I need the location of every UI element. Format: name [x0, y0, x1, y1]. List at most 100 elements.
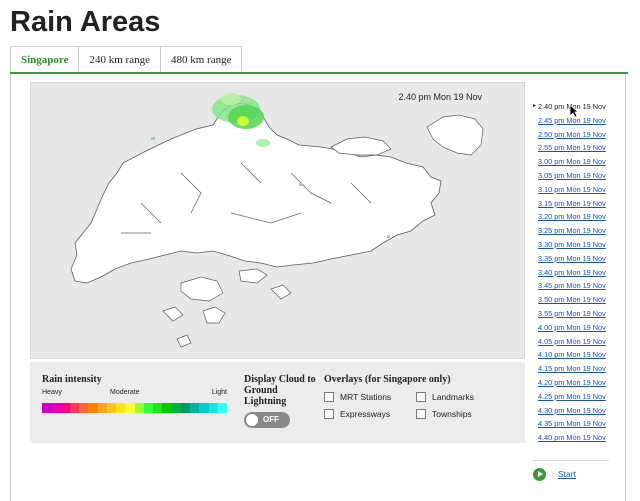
divider — [533, 460, 609, 461]
time-link[interactable]: 3.35 pm Mon 19 Nov — [538, 254, 606, 263]
time-link[interactable]: 3.25 pm Mon 19 Nov — [538, 226, 606, 235]
intensity-swatch — [79, 403, 89, 413]
time-link[interactable]: 4.10 pm Mon 19 Nov — [538, 350, 606, 359]
time-item[interactable]: 3.55 pm Mon 19 Nov — [533, 307, 613, 321]
intensity-swatch — [97, 403, 107, 413]
overlay-label: Townships — [432, 409, 472, 419]
time-item[interactable]: 3.40 pm Mon 19 Nov — [533, 266, 613, 280]
time-link[interactable]: 3.40 pm Mon 19 Nov — [538, 268, 606, 277]
intensity-swatch — [180, 403, 190, 413]
intensity-swatch — [199, 403, 209, 413]
overlay-label: Landmarks — [432, 392, 475, 402]
time-link[interactable]: 3.45 pm Mon 19 Nov — [538, 281, 606, 290]
play-icon[interactable] — [533, 468, 546, 481]
time-item[interactable]: 3.10 pm Mon 19 Nov — [533, 183, 613, 197]
checkbox-icon — [324, 409, 334, 419]
time-item[interactable]: 2.55 pm Mon 19 Nov — [533, 141, 613, 155]
intensity-swatch — [217, 403, 227, 413]
overlay-mrt-stations[interactable]: MRT Stations — [324, 392, 391, 402]
time-item[interactable]: 3.05 pm Mon 19 Nov — [533, 169, 613, 183]
time-link[interactable]: 4.40 pm Mon 19 Nov — [538, 433, 606, 442]
page-title: Rain Areas — [10, 6, 161, 38]
intensity-swatch — [162, 403, 172, 413]
time-link[interactable]: 4.00 pm Mon 19 Nov — [538, 323, 606, 332]
time-item[interactable]: 3.35 pm Mon 19 Nov — [533, 252, 613, 266]
time-link[interactable]: 2.50 pm Mon 19 Nov — [538, 130, 606, 139]
moderate-label: Moderate — [110, 389, 140, 396]
overlay-landmarks[interactable]: Landmarks — [416, 392, 474, 402]
intensity-swatch — [171, 403, 181, 413]
time-list: ▸ 2.40 pm Mon 19 Nov 2.45 pm Mon 19 Nov 2.5… — [533, 100, 613, 445]
intensity-swatch — [208, 403, 218, 413]
time-link[interactable]: 2.55 pm Mon 19 Nov — [538, 143, 606, 152]
map-timestamp: 2.40 pm Mon 19 Nov — [398, 92, 482, 102]
overlay-label: Expressways — [340, 409, 391, 419]
time-item[interactable]: 3.30 pm Mon 19 Nov — [533, 238, 613, 252]
intensity-swatch — [60, 403, 70, 413]
singapore-map-icon — [70, 93, 484, 348]
checkbox-icon — [416, 392, 426, 402]
time-link[interactable]: 4.05 pm Mon 19 Nov — [538, 337, 606, 346]
intensity-color-bar — [42, 403, 227, 413]
overlays-title: Overlays (for Singapore only) — [324, 374, 451, 385]
overlay-townships[interactable]: Townships — [416, 409, 472, 419]
time-item[interactable]: 3.50 pm Mon 19 Nov — [533, 293, 613, 307]
toggle-knob-icon — [246, 414, 258, 426]
time-item[interactable]: 4.20 pm Mon 19 Nov — [533, 376, 613, 390]
lightning-toggle[interactable]: OFF — [244, 412, 290, 428]
time-item[interactable]: 4.30 pm Mon 19 Nov — [533, 404, 613, 418]
light-label: Light — [211, 389, 227, 396]
intensity-swatch — [143, 403, 153, 413]
intensity-swatch — [153, 403, 163, 413]
time-item[interactable]: 2.50 pm Mon 19 Nov — [533, 128, 613, 142]
time-link[interactable]: 4.30 pm Mon 19 Nov — [538, 406, 606, 415]
intensity-swatch — [51, 403, 61, 413]
time-link[interactable]: 3.30 pm Mon 19 Nov — [538, 240, 606, 249]
mouse-pointer-icon — [569, 104, 579, 118]
time-item[interactable]: 3.45 pm Mon 19 Nov — [533, 279, 613, 293]
intensity-scale-labels: Heavy Moderate Light — [42, 389, 227, 401]
time-item[interactable]: 4.10 pm Mon 19 Nov — [533, 348, 613, 362]
start-button[interactable]: Start — [558, 469, 576, 479]
time-item[interactable]: 4.40 pm Mon 19 Nov — [533, 431, 613, 445]
intensity-swatch — [190, 403, 200, 413]
intensity-swatch — [88, 403, 98, 413]
rain-intensity-title: Rain intensity — [42, 374, 102, 385]
time-link[interactable]: 4.35 pm Mon 19 Nov — [538, 419, 606, 428]
time-link[interactable]: 4.20 pm Mon 19 Nov — [538, 378, 606, 387]
intensity-swatch — [106, 403, 116, 413]
intensity-swatch — [134, 403, 144, 413]
tab-240km[interactable]: 240 km range — [78, 46, 161, 73]
heavy-label: Heavy — [42, 389, 62, 396]
time-item[interactable]: 3.20 pm Mon 19 Nov — [533, 210, 613, 224]
time-item[interactable]: 3.25 pm Mon 19 Nov — [533, 224, 613, 238]
time-link[interactable]: 3.05 pm Mon 19 Nov — [538, 171, 606, 180]
time-link[interactable]: 3.20 pm Mon 19 Nov — [538, 212, 606, 221]
overlay-expressways[interactable]: Expressways — [324, 409, 390, 419]
time-link[interactable]: 3.15 pm Mon 19 Nov — [538, 199, 606, 208]
time-item[interactable]: 4.35 pm Mon 19 Nov — [533, 417, 613, 431]
toggle-state-label: OFF — [263, 415, 279, 424]
time-item[interactable]: 3.00 pm Mon 19 Nov — [533, 155, 613, 169]
current-marker-icon: ▸ — [533, 103, 537, 109]
time-item[interactable]: 4.25 pm Mon 19 Nov — [533, 390, 613, 404]
tab-singapore[interactable]: Singapore — [10, 46, 80, 73]
time-item[interactable]: 3.15 pm Mon 19 Nov — [533, 197, 613, 211]
intensity-swatch — [69, 403, 79, 413]
time-link[interactable]: 3.10 pm Mon 19 Nov — [538, 185, 606, 194]
checkbox-icon — [324, 392, 334, 402]
time-item[interactable]: 4.15 pm Mon 19 Nov — [533, 362, 613, 376]
lightning-title: Display Cloud to Ground Lightning — [244, 374, 316, 407]
time-item[interactable]: 4.05 pm Mon 19 Nov — [533, 335, 613, 349]
time-link[interactable]: 4.25 pm Mon 19 Nov — [538, 392, 606, 401]
intensity-swatch — [42, 403, 52, 413]
tab-480km[interactable]: 480 km range — [159, 46, 243, 73]
time-link[interactable]: 3.55 pm Mon 19 Nov — [538, 309, 606, 318]
intensity-swatch — [116, 403, 126, 413]
time-link[interactable]: 3.00 pm Mon 19 Nov — [538, 157, 606, 166]
time-item[interactable]: 4.00 pm Mon 19 Nov — [533, 321, 613, 335]
region-tabs: Singapore 240 km range 480 km range — [10, 46, 243, 73]
time-link[interactable]: 3.50 pm Mon 19 Nov — [538, 295, 606, 304]
rain-map: 2.40 pm Mon 19 Nov — [30, 82, 525, 359]
time-link[interactable]: 4.15 pm Mon 19 Nov — [538, 364, 606, 373]
